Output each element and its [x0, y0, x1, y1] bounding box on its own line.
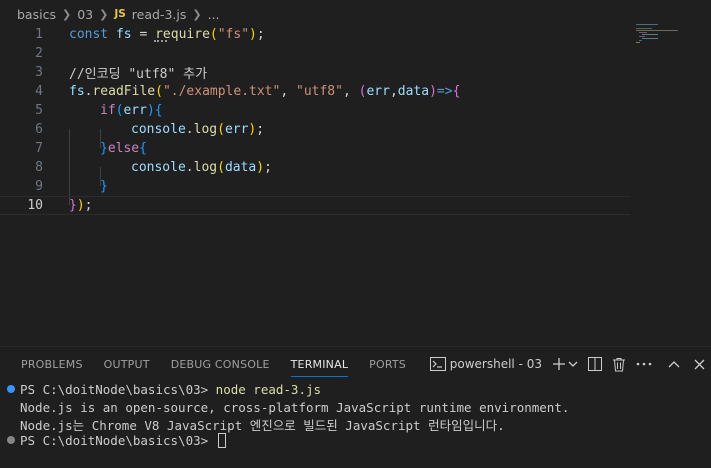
line-number: 9	[35, 179, 43, 194]
code-text: }else{	[100, 141, 147, 156]
tab-debug-console[interactable]: DEBUG CONSOLE	[171, 347, 270, 381]
tab-ports[interactable]: PORTS	[369, 347, 406, 381]
line-number: 10	[27, 198, 43, 213]
tab-output[interactable]: OUTPUT	[104, 347, 150, 381]
line-number: 8	[35, 160, 43, 175]
terminal-name: powershell - 03	[449, 357, 542, 371]
plus-icon	[552, 357, 566, 371]
line-number: 4	[35, 84, 43, 99]
breadcrumb: basics ❯ 03 ❯ JS read-3.js ❯ ...	[0, 0, 711, 28]
chevron-down-icon	[568, 359, 578, 369]
breadcrumb-ellipsis[interactable]: ...	[208, 7, 220, 22]
terminal-dropdown-button[interactable]	[568, 359, 578, 369]
code-text: console.log(data);	[131, 160, 272, 175]
terminal-selector[interactable]: powershell - 03	[429, 357, 542, 371]
command-decoration-icon[interactable]	[7, 385, 15, 393]
hint-squiggle[interactable]	[154, 39, 167, 42]
code-line[interactable]: 6 console.log(err);	[0, 120, 630, 139]
code-line[interactable]: 8 console.log(data);	[0, 158, 630, 177]
command-decoration-icon[interactable]	[7, 436, 15, 444]
maximize-panel-button[interactable]	[668, 360, 680, 368]
tab-terminal[interactable]: TERMINAL	[290, 347, 349, 381]
terminal-icon	[429, 357, 446, 371]
terminal-line: Node.js is an open-source, cross-platfor…	[20, 400, 570, 415]
terminal-command: node read-3.js	[215, 382, 322, 397]
line-number: 3	[35, 65, 43, 80]
code-line-active[interactable]: 10 });	[0, 196, 630, 215]
code-text: }	[100, 179, 108, 194]
breadcrumb-item-basics[interactable]: basics	[17, 7, 56, 22]
code-line[interactable]: 2	[0, 44, 630, 63]
code-line[interactable]: 9 }	[0, 177, 630, 196]
more-icon	[636, 362, 652, 366]
chevron-right-icon: ❯	[192, 7, 202, 21]
line-number: 7	[35, 141, 43, 156]
code-line[interactable]: 1 const fs = require("fs");	[0, 25, 630, 44]
panel-actions: powershell - 03	[429, 347, 711, 381]
split-icon	[588, 357, 602, 371]
new-terminal-button[interactable]	[552, 357, 566, 371]
line-number: 5	[35, 103, 43, 118]
breadcrumb-item-file[interactable]: read-3.js	[132, 7, 187, 22]
line-number: 2	[35, 46, 43, 61]
code-text: if(err){	[100, 103, 163, 118]
close-panel-button[interactable]	[694, 359, 705, 370]
split-terminal-button[interactable]	[588, 357, 602, 371]
js-file-icon: JS	[114, 8, 126, 20]
line-number: 1	[35, 27, 43, 42]
terminal-output[interactable]: PS C:\doitNode\basics\03> node read-3.js…	[0, 381, 711, 468]
code-comment: //인코딩 "utf8" 추가	[69, 67, 208, 82]
more-actions-button[interactable]	[636, 362, 652, 366]
code-editor[interactable]: 1 const fs = require("fs"); 2 3 //인코딩 "u…	[0, 25, 711, 345]
terminal-cursor	[217, 433, 226, 448]
maximize-icon	[668, 360, 680, 368]
chevron-right-icon: ❯	[61, 7, 72, 21]
terminal-line: Node.js는 Chrome V8 JavaScript 엔진으로 빌드된 J…	[20, 418, 505, 433]
code-line[interactable]: 4 fs.readFile("./example.txt", "utf8", (…	[0, 82, 630, 101]
code-line[interactable]: 7 }else{	[0, 139, 630, 158]
terminal-line: PS C:\doitNode\basics\03> node read-3.js	[20, 382, 322, 397]
close-icon	[694, 359, 705, 370]
code-text: console.log(err);	[131, 122, 265, 137]
terminal-line: PS C:\doitNode\basics\03>	[20, 432, 226, 449]
code-line[interactable]: 5 if(err){	[0, 101, 630, 120]
line-number: 6	[35, 122, 43, 137]
trash-icon	[612, 357, 626, 372]
minimap[interactable]	[636, 22, 696, 52]
breadcrumb-item-03[interactable]: 03	[77, 7, 93, 22]
kill-terminal-button[interactable]	[612, 357, 626, 372]
tab-problems[interactable]: PROBLEMS	[21, 347, 83, 381]
code-line[interactable]: 3 //인코딩 "utf8" 추가	[0, 63, 630, 82]
code-text: });	[69, 198, 93, 213]
chevron-right-icon: ❯	[99, 7, 109, 21]
code-text: fs.readFile("./example.txt", "utf8", (er…	[69, 84, 461, 99]
